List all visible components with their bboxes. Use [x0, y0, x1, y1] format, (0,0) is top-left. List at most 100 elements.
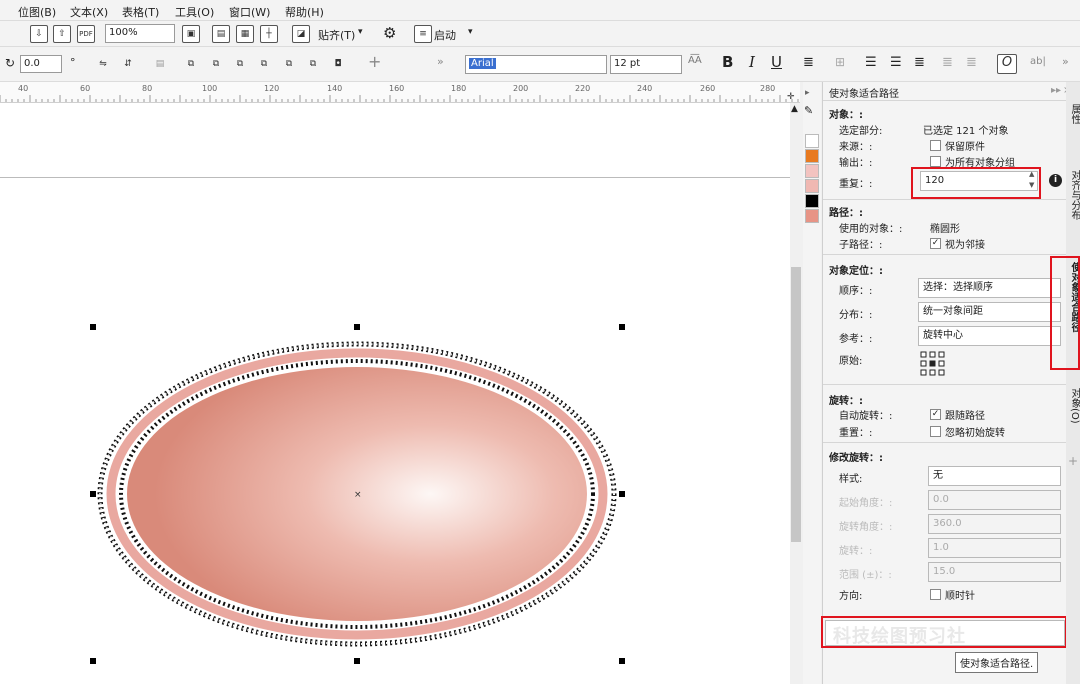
rotate-angle-field[interactable]: 360.0 [928, 514, 1061, 534]
export-icon[interactable]: ⇧ [53, 25, 71, 43]
selection-handle[interactable] [354, 658, 360, 664]
docker-collapse-icon[interactable]: ▸▸ [1051, 85, 1061, 96]
palette-expand-icon[interactable]: ▸ [805, 88, 810, 98]
keep-original-checkbox[interactable] [930, 140, 941, 151]
selection-handle[interactable] [90, 491, 96, 497]
eyedropper-icon[interactable]: ✎ [804, 104, 813, 117]
menu-window[interactable]: 窗口(W) [229, 4, 270, 20]
selection-handle[interactable] [619, 491, 625, 497]
weld-icon[interactable]: ⧉ [183, 56, 199, 72]
color-swatch[interactable] [805, 149, 819, 163]
color-swatch[interactable] [805, 209, 819, 223]
property-bar: ↻ 0.0 ° ⇋ ⇵ ▤ ⧉ ⧉ ⧉ ⧉ ⧉ ⧉ ◘ + » Arial 12… [0, 47, 1080, 82]
italic-button[interactable]: I [749, 53, 755, 71]
overflow-icon[interactable]: » [1062, 55, 1069, 68]
drawing-canvas[interactable]: × [0, 103, 790, 684]
order-select[interactable]: 选择：选择顺序 [918, 278, 1061, 298]
selection-handle[interactable] [354, 324, 360, 330]
mirror-vertical-icon[interactable]: ⇵ [120, 56, 136, 72]
tab-properties[interactable]: 属性 [1067, 104, 1080, 124]
selection-handle[interactable] [90, 658, 96, 664]
tab-align-distribute[interactable]: 对齐与分布 [1067, 170, 1080, 220]
ruler-tick: 140 [327, 84, 343, 93]
adjacent-checkbox[interactable]: ✓ [930, 238, 941, 249]
palette-swatches [805, 134, 819, 224]
pdf-icon[interactable]: PDF [77, 25, 95, 43]
selection-handle[interactable] [90, 324, 96, 330]
scrollbar-thumb[interactable] [791, 267, 801, 542]
intersect-icon[interactable]: ⧉ [232, 56, 248, 72]
launch-menu[interactable]: 启动 [434, 27, 456, 43]
ruler-origin-icon[interactable]: ✛ [787, 92, 795, 102]
font-size-select[interactable]: 12 pt [610, 55, 682, 74]
font-scale-icon[interactable]: A͞A [688, 55, 702, 66]
show-grid-icon[interactable]: ▦ [236, 25, 254, 43]
color-swatch[interactable] [805, 164, 819, 178]
tab-objects[interactable]: 对象(O) [1067, 388, 1080, 424]
menu-table[interactable]: 表格(T) [122, 4, 159, 20]
rotation-amount-field[interactable]: 1.0 [928, 538, 1061, 558]
launch-icon[interactable]: ≡ [414, 25, 432, 43]
selection-handle[interactable] [619, 324, 625, 330]
color-swatch[interactable] [805, 194, 819, 208]
group-all-checkbox[interactable] [930, 156, 941, 167]
reference-select[interactable]: 旋转中心 [918, 326, 1061, 346]
numbered-list-icon[interactable]: ☰ [890, 55, 902, 70]
ruler-tick: 240 [637, 84, 653, 93]
menu-bitmap[interactable]: 位图(B) [18, 4, 56, 20]
color-swatch[interactable] [805, 179, 819, 193]
wrap-icon[interactable]: ▤ [152, 56, 168, 72]
fullscreen-icon[interactable]: ▣ [182, 25, 200, 43]
chevron-down-icon[interactable]: ▾ [358, 27, 363, 37]
style-select[interactable]: 无 [928, 466, 1061, 486]
standard-toolbar: ⇩ ⇧ PDF 100% ▣ ▤ ▦ ┼ ◪ 贴齐(T) ▾ ⚙ ≡ 启动 ▾ [0, 21, 1080, 47]
info-icon[interactable]: i [1049, 174, 1062, 187]
boundary-icon[interactable]: ◘ [330, 56, 346, 72]
mirror-horizontal-icon[interactable]: ⇋ [95, 56, 111, 72]
chevron-down-icon[interactable]: ▾ [468, 27, 473, 37]
add-icon[interactable]: + [368, 52, 381, 71]
trim-icon[interactable]: ⧉ [208, 56, 224, 72]
snap-icon[interactable]: ◪ [292, 25, 310, 43]
font-name-select[interactable]: Arial [465, 55, 607, 74]
text-frame-icon[interactable]: ab| [1030, 56, 1046, 67]
underline-button[interactable]: U [771, 53, 782, 71]
ignore-rotation-checkbox[interactable] [930, 426, 941, 437]
clockwise-checkbox[interactable] [930, 589, 941, 600]
simplify-icon[interactable]: ⧉ [256, 56, 272, 72]
import-icon[interactable]: ⇩ [30, 25, 48, 43]
indent-icon[interactable]: ≣ [942, 55, 953, 70]
range-field[interactable]: 15.0 [928, 562, 1061, 582]
clockwise-label: 顺时针 [945, 591, 975, 602]
rotation-field[interactable]: 0.0 [20, 55, 62, 73]
bullet-list-icon[interactable]: ☰ [865, 55, 877, 70]
menu-help[interactable]: 帮助(H) [285, 4, 324, 20]
zoom-select[interactable]: 100% [105, 24, 175, 43]
add-tab-icon[interactable]: + [1068, 454, 1078, 468]
drop-cap-icon[interactable]: ≣ [914, 55, 925, 70]
show-guides-icon[interactable]: ┼ [260, 25, 278, 43]
front-minus-back-icon[interactable]: ⧉ [281, 56, 297, 72]
menu-tools[interactable]: 工具(O) [175, 4, 214, 20]
horizontal-ruler[interactable]: 40 60 80 100 120 140 160 180 200 220 240… [0, 82, 800, 103]
start-angle-field[interactable]: 0.0 [928, 490, 1061, 510]
distribute-select[interactable]: 统一对象间距 [918, 302, 1061, 322]
origin-grid-icon[interactable] [920, 351, 946, 377]
follow-path-checkbox[interactable]: ✓ [930, 409, 941, 420]
menu-text[interactable]: 文本(X) [70, 4, 108, 20]
text-align-icon[interactable]: ≣ [803, 55, 814, 70]
overflow-icon[interactable]: » [437, 55, 444, 68]
vertical-scrollbar[interactable] [790, 115, 802, 684]
ligature-icon[interactable]: O [997, 54, 1017, 74]
ellipse-artwork[interactable]: × [0, 103, 790, 684]
selection-handle[interactable] [619, 658, 625, 664]
gear-icon[interactable]: ⚙ [383, 24, 396, 42]
back-minus-front-icon[interactable]: ⧉ [305, 56, 321, 72]
outdent-icon[interactable]: ≣ [966, 55, 977, 70]
color-swatch[interactable] [805, 134, 819, 148]
paragraph-icon[interactable]: ⊞ [835, 55, 845, 69]
show-rulers-icon[interactable]: ▤ [212, 25, 230, 43]
bold-button[interactable]: B [722, 53, 733, 71]
snap-menu[interactable]: 贴齐(T) [318, 27, 355, 43]
scroll-up-icon[interactable]: ▲ [791, 104, 798, 114]
